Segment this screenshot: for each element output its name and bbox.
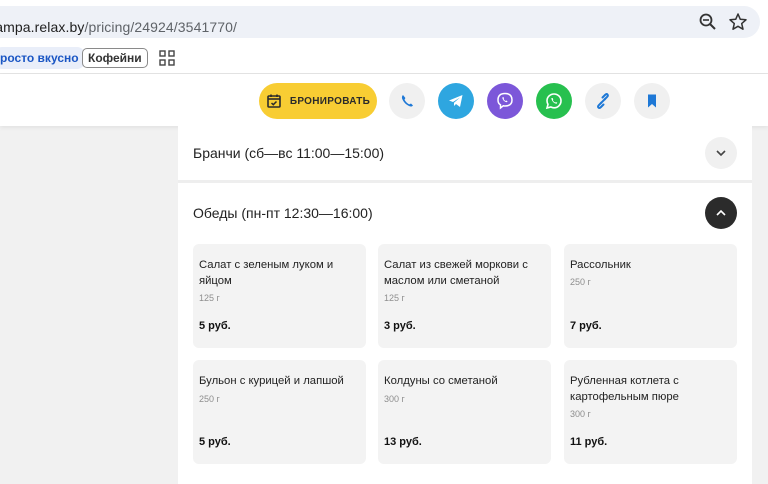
menu-item-name: Салат с зеленым луком и яйцом (199, 259, 334, 287)
section-lunch[interactable]: Обеды (пн-пт 12:30—16:00) (178, 186, 752, 240)
menu-item-weight: 125 г (199, 293, 220, 303)
menu-item-name: Рубленная котлета с картофельным пюре (570, 375, 679, 403)
url-path: /pricing/24924/3541770/ (84, 19, 237, 35)
menu-item-name: Салат из свежей моркови с маслом или сме… (384, 259, 528, 287)
section-brunch[interactable]: Бранчи (сб—вс 11:00—15:00) (178, 126, 752, 180)
chevron-down-icon (716, 150, 726, 157)
bookmark-button[interactable] (634, 83, 670, 119)
phone-button[interactable] (389, 83, 425, 119)
menu-item-name: Бульон с курицей и лапшой (199, 375, 344, 387)
section-divider (178, 180, 752, 183)
url-domain: lampa.relax.by (0, 19, 85, 35)
menu-item-weight: 300 г (384, 394, 405, 404)
bookmarks-bar: росто вкусно Кофейни (0, 44, 768, 74)
menu-item-card[interactable]: Рубленная котлета с картофельным пюре 30… (564, 360, 737, 464)
menu-item-price: 11 руб. (570, 436, 608, 448)
bookmark-icon (648, 94, 656, 108)
book-button[interactable]: БРОНИРОВАТЬ (259, 83, 377, 119)
browser-address-bar: lampa.relax.by/pricing/24924/3541770/ (0, 0, 768, 44)
menu-item-card[interactable]: Салат с зеленым луком и яйцом 125 г 5 ру… (193, 244, 366, 348)
menu-item-price: 13 руб. (384, 436, 422, 448)
menu-item-weight: 250 г (199, 394, 220, 404)
section-title-lunch: Обеды (пн-пт 12:30—16:00) (193, 205, 373, 221)
zoom-out-icon[interactable] (698, 12, 718, 32)
link-button[interactable] (585, 83, 621, 119)
menu-item-name: Рассольник (570, 259, 631, 271)
book-button-label: БРОНИРОВАТЬ (289, 95, 371, 107)
menu-item-price: 5 руб. (199, 436, 231, 448)
menu-panel: Бранчи (сб—вс 11:00—15:00) Обеды (пн-пт … (178, 126, 752, 484)
url-text[interactable]: lampa.relax.by/pricing/24924/3541770/ (0, 19, 237, 35)
viber-icon (497, 92, 513, 110)
expand-brunch-button[interactable] (705, 137, 737, 169)
menu-item-card[interactable]: Колдуны со сметаной 300 г 13 руб. (378, 360, 551, 464)
telegram-icon (449, 95, 463, 107)
menu-item-weight: 300 г (570, 409, 591, 419)
menu-item-name: Колдуны со сметаной (384, 375, 498, 387)
apps-grid-icon[interactable] (159, 50, 175, 66)
bookmark-chip-coffee[interactable]: Кофейни (82, 48, 148, 68)
menu-item-card[interactable]: Бульон с курицей и лапшой 250 г 5 руб. (193, 360, 366, 464)
menu-item-card[interactable]: Рассольник 250 г 7 руб. (564, 244, 737, 348)
star-bookmark-icon[interactable] (728, 12, 748, 32)
calendar-check-icon (267, 94, 281, 108)
menu-item-weight: 250 г (570, 277, 591, 287)
link-icon (597, 93, 609, 109)
telegram-button[interactable] (438, 83, 474, 119)
collapse-lunch-button[interactable] (705, 197, 737, 229)
menu-item-weight: 125 г (384, 293, 405, 303)
section-title-brunch: Бранчи (сб—вс 11:00—15:00) (193, 145, 385, 161)
whatsapp-button[interactable] (536, 83, 572, 119)
menu-item-card[interactable]: Салат из свежей моркови с маслом или сме… (378, 244, 551, 348)
url-field[interactable]: lampa.relax.by/pricing/24924/3541770/ (0, 6, 760, 38)
chevron-up-icon (716, 209, 726, 216)
menu-item-price: 7 руб. (570, 320, 602, 332)
menu-item-price: 3 руб. (384, 320, 416, 332)
menu-item-price: 5 руб. (199, 320, 231, 332)
viber-button[interactable] (487, 83, 523, 119)
phone-icon (401, 95, 413, 107)
action-bar: БРОНИРОВАТЬ (0, 74, 768, 126)
whatsapp-icon (545, 93, 562, 110)
bookmark-chip-vkusno[interactable]: росто вкусно (0, 47, 85, 69)
